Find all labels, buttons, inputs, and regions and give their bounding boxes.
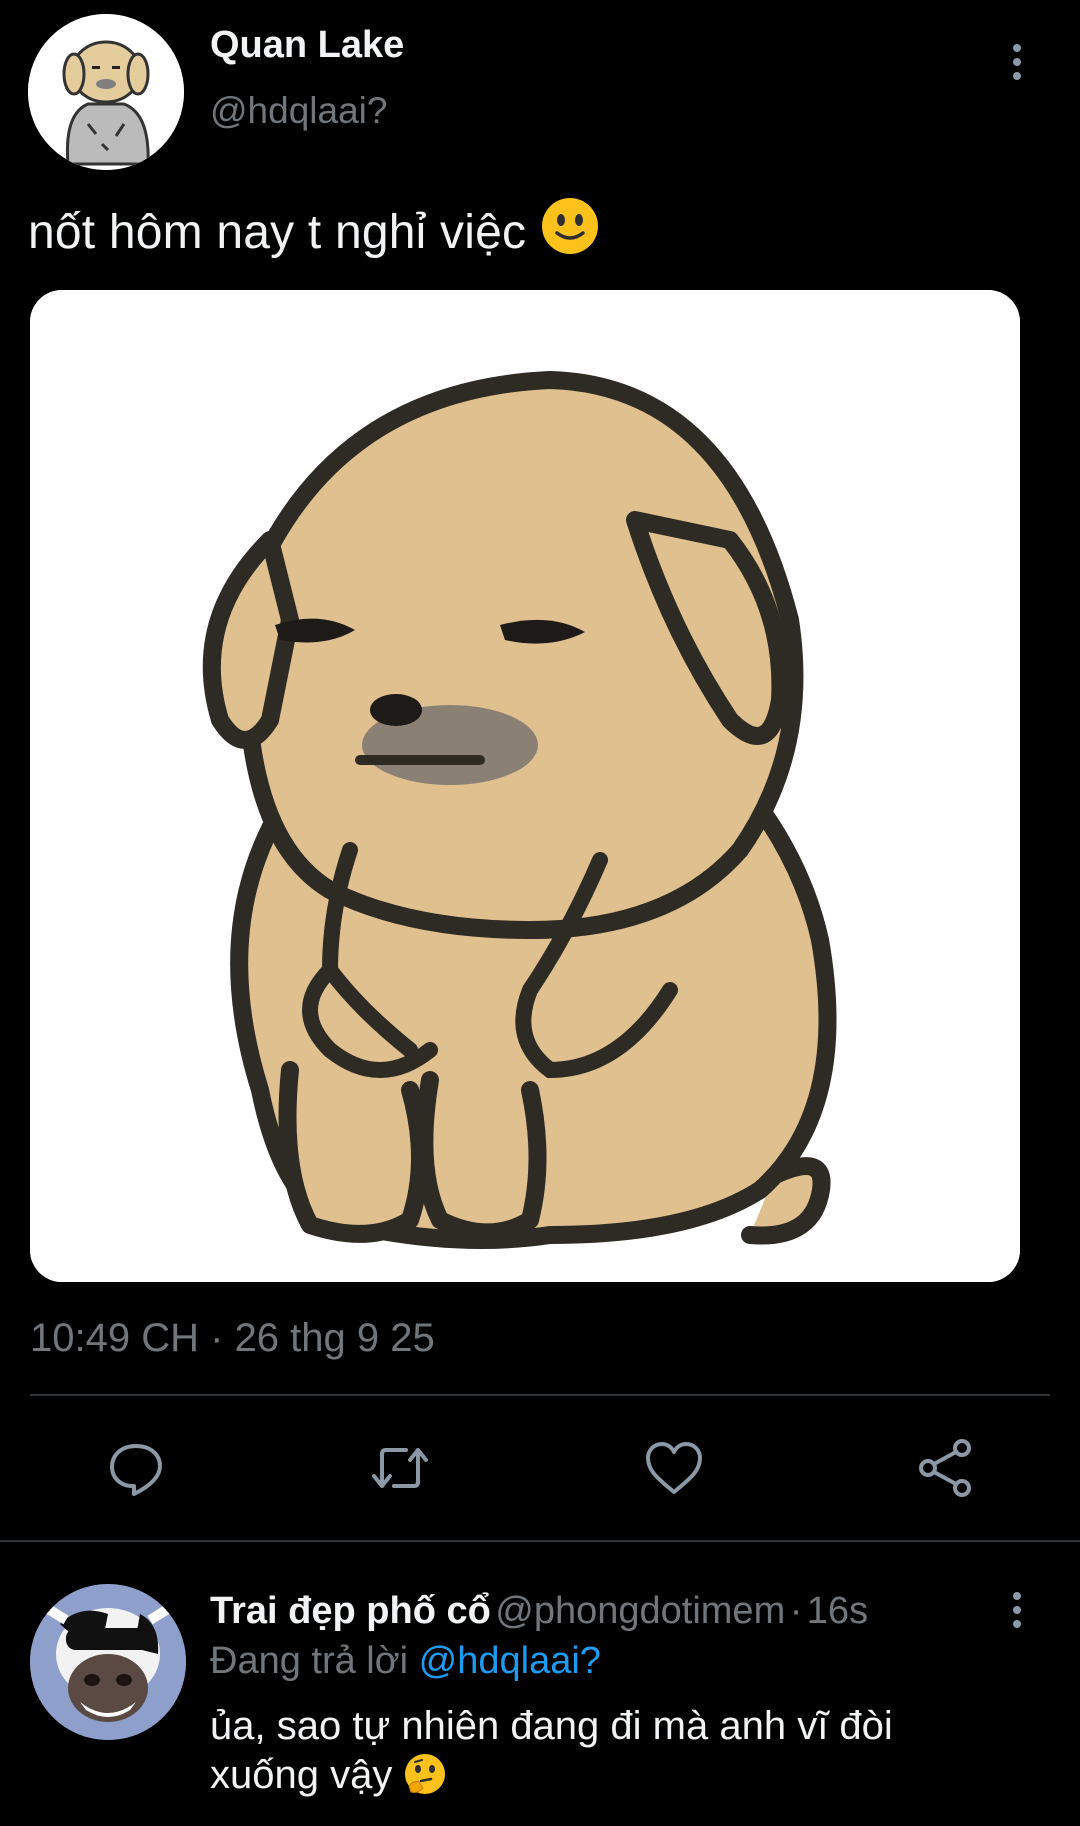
tweet-text: nốt hôm nay t nghỉ việc <box>28 196 600 268</box>
author-display-name[interactable]: Quan Lake <box>210 24 404 67</box>
reply-text-line-1: ủa, sao tự nhiên đang đi mà anh vĩ đòi <box>210 1704 893 1748</box>
reply-more-options-button[interactable] <box>1007 1592 1027 1632</box>
dot-icon <box>1013 72 1021 80</box>
thinking-face-icon <box>403 1752 447 1808</box>
tweet-more-options-button[interactable] <box>1007 44 1027 84</box>
dog-avatar-icon <box>28 14 184 170</box>
reply-text: ủa, sao tự nhiên đang đi mà anh vĩ đòi x… <box>210 1702 1030 1808</box>
divider <box>30 1394 1050 1396</box>
reply-author-display-name[interactable]: Trai đẹp phố cổ <box>210 1590 491 1632</box>
divider <box>0 1540 1080 1542</box>
heart-icon <box>646 1442 702 1494</box>
slightly-smiling-face-icon <box>540 196 600 268</box>
reply-button[interactable] <box>104 1436 168 1500</box>
share-button[interactable] <box>914 1436 978 1500</box>
meta-separator: · <box>210 1316 224 1360</box>
dot-icon <box>1013 58 1021 66</box>
author-avatar[interactable] <box>28 14 184 170</box>
like-button[interactable] <box>642 1436 706 1500</box>
reply-age: 16s <box>806 1590 869 1632</box>
tweet-date: 26 thg 9 25 <box>234 1316 435 1360</box>
reply-author-handle[interactable]: @phongdotimem <box>495 1590 785 1632</box>
sad-dog-illustration <box>30 290 1020 1282</box>
reply-text-line-2: xuống vậy <box>210 1751 1030 1808</box>
reply-icon <box>110 1444 162 1496</box>
replying-to-prefix: Đang trả lời <box>210 1640 409 1682</box>
cow-avatar-icon <box>30 1584 186 1740</box>
retweet-button[interactable] <box>368 1436 432 1500</box>
tweet-media-image[interactable] <box>30 290 1020 1282</box>
reply-text-line-2-content: xuống vậy <box>210 1753 393 1797</box>
meta-separator: · <box>789 1590 803 1632</box>
dot-icon <box>1013 44 1021 52</box>
dot-icon <box>1013 1592 1021 1600</box>
share-icon <box>919 1439 971 1497</box>
dot-icon <box>1013 1606 1021 1614</box>
tweet-timestamp[interactable]: 10:49 CH · 26 thg 9 25 <box>30 1316 435 1361</box>
tweet-time: 10:49 CH <box>30 1316 199 1360</box>
dot-icon <box>1013 1620 1021 1628</box>
reply-header: Trai đẹp phố cổ @phongdotimem · 16s <box>210 1590 868 1633</box>
replying-to-handle-link[interactable]: @hdqlaai? <box>419 1640 601 1682</box>
author-handle[interactable]: @hdqlaai? <box>210 90 387 132</box>
reply-author-avatar[interactable] <box>30 1584 186 1740</box>
replying-to-line: Đang trả lời @hdqlaai? <box>210 1640 601 1683</box>
retweet-icon <box>372 1448 428 1488</box>
tweet-text-content: nốt hôm nay t nghỉ việc <box>28 206 527 259</box>
